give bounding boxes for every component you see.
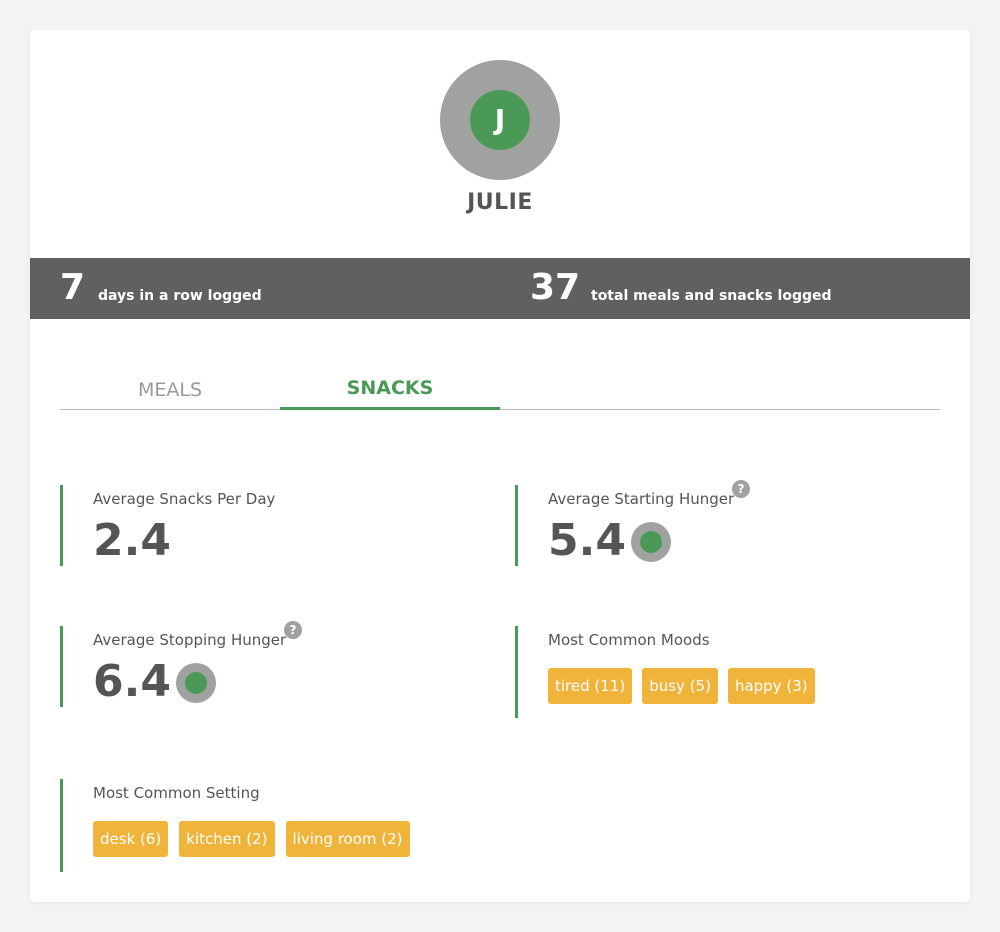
avg-start-hunger-metric: Average Starting Hunger ? 5.4 bbox=[515, 480, 915, 566]
setting-tag[interactable]: desk (6) bbox=[93, 821, 169, 857]
user-name: JULIE bbox=[467, 190, 533, 215]
avg-snacks-value: 2.4 bbox=[93, 515, 171, 566]
avg-start-hunger-label: Average Starting Hunger bbox=[548, 490, 735, 508]
common-setting-label: Most Common Setting bbox=[93, 784, 260, 802]
common-moods-label: Most Common Moods bbox=[548, 631, 710, 649]
mood-tag[interactable]: tired (11) bbox=[548, 668, 633, 704]
mood-tag[interactable]: busy (5) bbox=[642, 668, 718, 704]
hunger-indicator-icon bbox=[631, 522, 671, 562]
streak-value: 7 bbox=[60, 267, 86, 308]
mood-tags: tired (11) busy (5) happy (3) bbox=[548, 668, 825, 704]
setting-tag[interactable]: living room (2) bbox=[285, 821, 410, 857]
setting-tags: desk (6) kitchen (2) living room (2) bbox=[93, 821, 421, 857]
avg-snacks-metric: Average Snacks Per Day 2.4 bbox=[60, 485, 460, 566]
tab-snacks[interactable]: SNACKS bbox=[280, 370, 500, 410]
setting-tag[interactable]: kitchen (2) bbox=[179, 821, 275, 857]
avg-stop-hunger-value: 6.4 bbox=[93, 656, 171, 707]
profile-card: J JULIE 7 days in a row logged 37 total … bbox=[30, 30, 970, 902]
avg-start-hunger-value: 5.4 bbox=[548, 515, 626, 566]
tab-bar: MEALS SNACKS bbox=[60, 370, 940, 410]
total-label: total meals and snacks logged bbox=[591, 288, 832, 304]
total-value: 37 bbox=[530, 267, 581, 308]
avatar: J bbox=[440, 60, 560, 180]
common-setting-metric: Most Common Setting desk (6) kitchen (2) l… bbox=[60, 779, 460, 872]
avg-stop-hunger-metric: Average Stopping Hunger ? 6.4 bbox=[60, 621, 460, 707]
hunger-indicator-icon bbox=[176, 663, 216, 703]
tab-meals[interactable]: MEALS bbox=[60, 370, 280, 410]
stats-bar: 7 days in a row logged 37 total meals an… bbox=[30, 258, 970, 319]
help-icon[interactable]: ? bbox=[732, 480, 750, 498]
avg-stop-hunger-label: Average Stopping Hunger bbox=[93, 631, 287, 649]
help-icon[interactable]: ? bbox=[284, 621, 302, 639]
streak-label: days in a row logged bbox=[98, 288, 262, 304]
avg-snacks-label: Average Snacks Per Day bbox=[93, 490, 276, 508]
mood-tag[interactable]: happy (3) bbox=[727, 668, 815, 704]
common-moods-metric: Most Common Moods tired (11) busy (5) happ… bbox=[515, 626, 915, 718]
avatar-initial: J bbox=[470, 90, 530, 150]
